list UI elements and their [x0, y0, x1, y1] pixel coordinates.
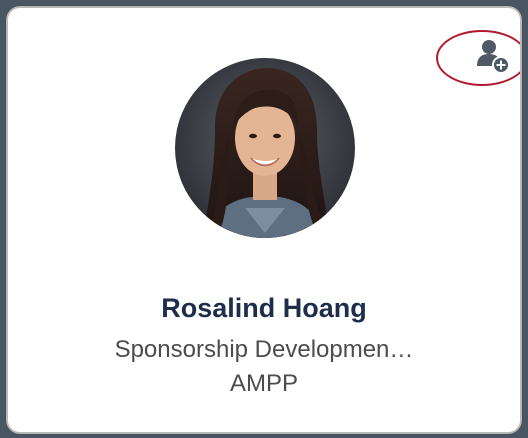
- profile-card[interactable]: Rosalind Hoang Sponsorship Developmen… A…: [6, 6, 522, 434]
- profile-organization: AMPP: [229, 370, 298, 397]
- profile-photo: [175, 58, 355, 238]
- profile-job-title: Sponsorship Developmen…: [114, 336, 414, 363]
- profile-name[interactable]: Rosalind Hoang: [8, 290, 520, 326]
- follow-button[interactable]: [472, 36, 512, 76]
- avatar: [175, 58, 355, 238]
- add-person-icon: [477, 40, 510, 74]
